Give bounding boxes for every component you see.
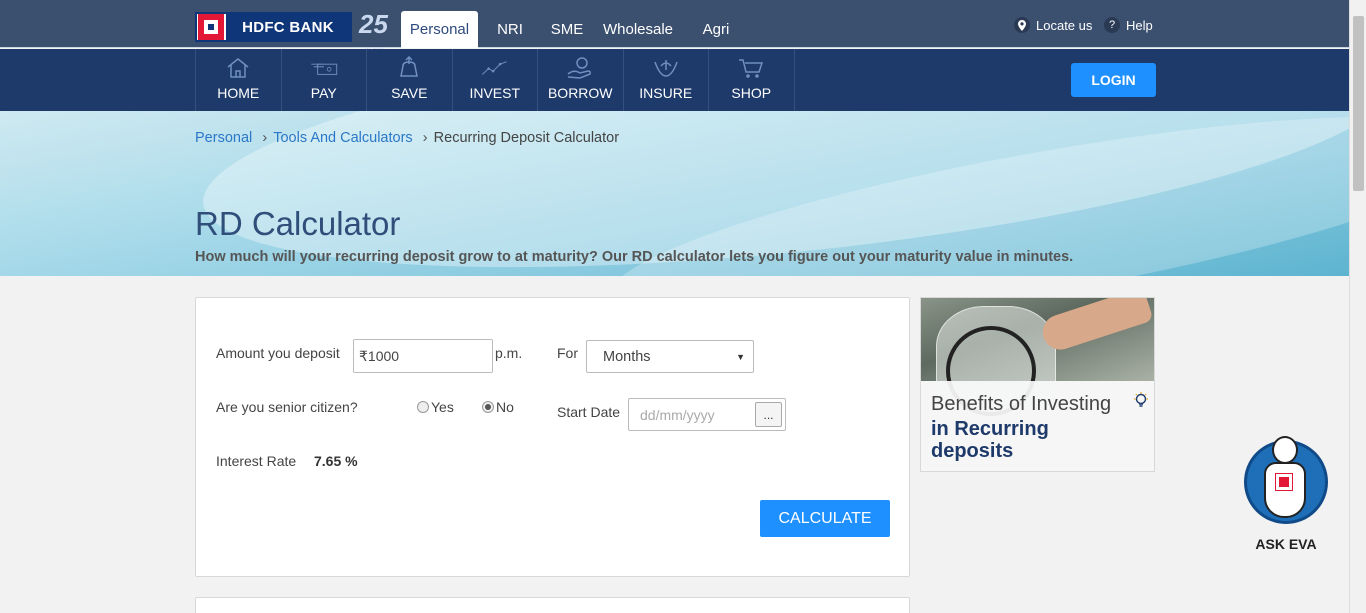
hdfc-mini-logo-icon [1275,473,1293,491]
nav-save-label: SAVE [391,85,428,101]
pay-icon [311,63,337,75]
chevron-right-icon: › [422,129,428,146]
anniversary-number: 25 [359,9,388,39]
start-date-input[interactable]: dd/mm/yyyy ... [628,398,786,431]
rd-calculator-card: Amount you deposit ₹ 1000 p.m. For Month… [195,297,910,577]
main-nav: HOME PAY SAVE INVEST BORROW INSURE SHOP … [0,49,1349,111]
promo-line-1: Benefits of Investing [931,393,1112,415]
breadcrumb-personal[interactable]: Personal [195,130,252,146]
chevron-right-icon: › [262,129,268,146]
anniversary-badge: 25 YEARS [359,9,393,53]
promo-text: Benefits of Investing in Recurring depos… [921,381,1154,471]
nav-home[interactable]: HOME [196,49,282,111]
lightbulb-icon [1134,392,1148,407]
segment-tabs: Personal NRI SME Wholesale Agri [401,11,749,48]
senior-no-radio[interactable]: No [482,399,514,415]
amount-label: Amount you deposit [216,345,340,361]
hero-banner: Personal › Tools And Calculators › Recur… [0,111,1349,276]
location-pin-icon [1014,17,1030,33]
page-scrollbar[interactable] [1349,0,1366,613]
eva-avatar-face [1272,436,1298,464]
save-icon [400,56,419,77]
tab-agri[interactable]: Agri [684,11,748,48]
interest-rate-label: Interest Rate [216,453,297,469]
hdfc-logo[interactable]: HDFC BANK [195,12,352,42]
breadcrumb: Personal › Tools And Calculators › Recur… [195,129,619,146]
borrow-icon [567,57,592,79]
home-icon [227,58,249,78]
rupee-icon: ₹ [359,347,368,364]
locate-us-link[interactable]: Locate us [1014,17,1092,33]
senior-yes-radio[interactable]: Yes [417,399,454,415]
nav-shop-label: SHOP [731,85,772,101]
nav-invest[interactable]: INVEST [453,49,538,111]
nav-insure-label: INSURE [639,85,693,101]
help-link[interactable]: ? Help [1104,17,1153,33]
tab-nri[interactable]: NRI [479,11,541,48]
help-label: Help [1126,17,1153,33]
promo-line-2: in Recurring [931,418,1049,440]
tab-sme[interactable]: SME [542,11,592,48]
start-date-label: Start Date [557,404,621,420]
duration-select[interactable]: Months ▼ [586,340,754,373]
hand-image [1038,298,1154,355]
senior-citizen-label: Are you senior citizen? [216,399,358,415]
nav-borrow[interactable]: BORROW [538,49,624,111]
dropdown-arrow-icon: ▼ [736,351,745,362]
nav-save[interactable]: SAVE [367,49,453,111]
results-card [195,597,910,613]
help-icon: ? [1104,17,1120,33]
page-title: RD Calculator [195,205,401,242]
nav-shop[interactable]: SHOP [709,49,795,111]
duration-selected: Months [603,348,651,365]
promo-line-3: deposits [931,440,1014,462]
breadcrumb-tools[interactable]: Tools And Calculators [273,130,412,146]
amount-input[interactable]: ₹ 1000 [353,339,493,373]
promo-image [921,298,1154,416]
top-bar: HDFC BANK 25 YEARS Personal NRI SME Whol… [0,0,1349,53]
page-subtitle: How much will your recurring deposit gro… [195,249,1074,265]
amount-value: 1000 [367,348,400,364]
amount-suffix: p.m. [495,345,523,361]
nav-borrow-label: BORROW [547,85,613,101]
radio-unchecked-icon [417,401,429,413]
locate-us-label: Locate us [1036,17,1093,33]
login-button[interactable]: LOGIN [1071,63,1156,97]
nav-invest-label: INVEST [469,85,521,101]
nav-pay-label: PAY [310,85,337,101]
ask-eva-chatbot[interactable]: ASK EVA [1240,432,1332,552]
nav-insure[interactable]: INSURE [624,49,709,111]
eva-avatar-body [1264,462,1306,518]
cart-icon [739,59,764,78]
logo-text: HDFC BANK [226,14,350,40]
nav-pay[interactable]: PAY [282,49,367,111]
tab-wholesale[interactable]: Wholesale [593,11,683,48]
interest-rate-value: 7.65 % [314,453,358,469]
scrollbar-thumb[interactable] [1353,16,1364,191]
breadcrumb-current: Recurring Deposit Calculator [433,129,620,146]
senior-no-label: No [496,399,514,415]
rd-benefits-promo[interactable]: Benefits of Investing in Recurring depos… [920,297,1155,472]
hdfc-logo-mark [198,14,224,40]
date-picker-button[interactable]: ... [755,402,782,427]
insure-icon [654,60,678,77]
radio-checked-icon [482,401,494,413]
senior-yes-label: Yes [431,399,454,415]
ask-eva-label: ASK EVA [1255,536,1317,552]
tab-personal[interactable]: Personal [401,11,478,48]
main-nav-items: HOME PAY SAVE INVEST BORROW INSURE SHOP [195,49,795,111]
for-label: For [557,345,578,361]
invest-icon [481,61,507,75]
start-date-placeholder: dd/mm/yyyy [640,406,715,423]
calculate-button[interactable]: CALCULATE [760,500,890,537]
nav-home-label: HOME [217,85,260,101]
